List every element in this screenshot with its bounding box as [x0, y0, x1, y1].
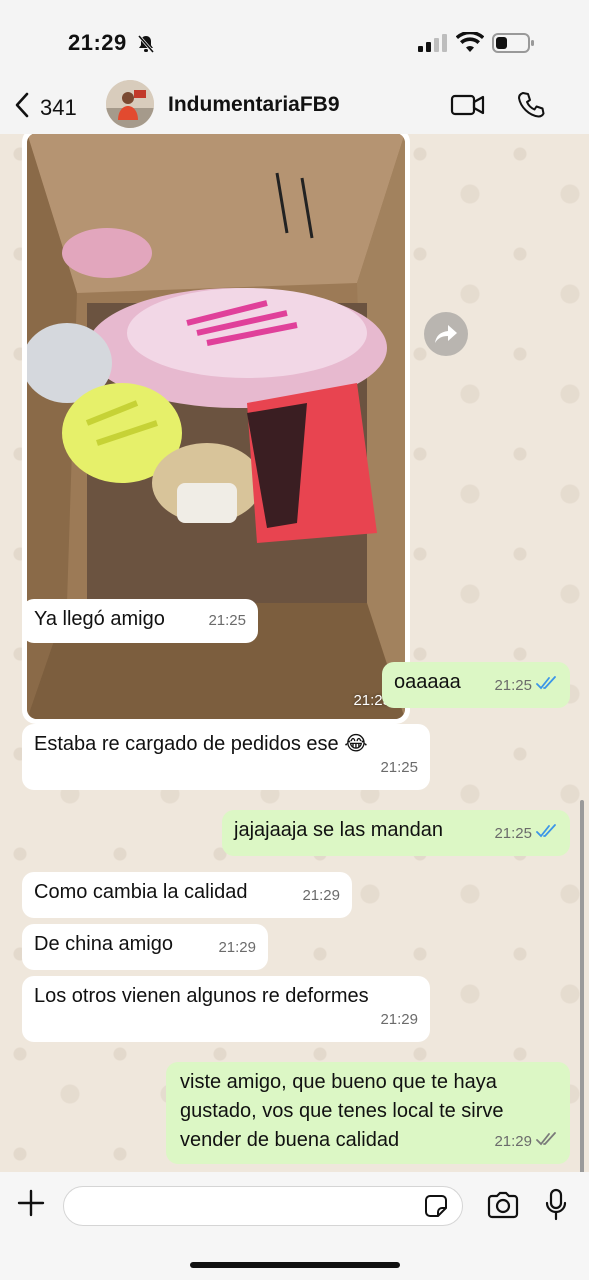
camera-icon [487, 1191, 519, 1219]
voice-call-button[interactable] [516, 90, 546, 125]
double-check-read-icon [536, 671, 558, 700]
message-text: Ya llegó amigo [34, 608, 165, 630]
status-time: 21:29 [68, 30, 127, 55]
forward-icon [435, 325, 457, 343]
incoming-message[interactable]: Ya llegó amigo 21:25 [22, 599, 258, 643]
message-time: 21:29 [380, 1011, 418, 1028]
message-time: 21:25 [494, 825, 532, 842]
incoming-message[interactable]: De china amigo 21:29 [22, 924, 268, 970]
status-bar: 21:29 [0, 0, 589, 82]
message-input[interactable] [63, 1186, 463, 1226]
signal-icon [418, 34, 448, 57]
incoming-message[interactable]: Como cambia la calidad 21:29 [22, 872, 352, 918]
message-time: 21:25 [208, 612, 246, 629]
wifi-icon [455, 30, 485, 59]
message-meta: 21:29 [494, 1127, 558, 1156]
message-text: oaaaaa [394, 671, 461, 693]
message-time: 21:29 [302, 887, 340, 904]
outgoing-message[interactable]: jajajaaja se las mandan 21:25 [222, 810, 570, 856]
contact-name[interactable]: IndumentariaFB9 [168, 93, 340, 117]
composer-bar [0, 1172, 589, 1280]
plus-icon [17, 1189, 45, 1217]
incoming-message[interactable]: Estaba re cargado de pedidos ese 😂 21:25 [22, 724, 430, 790]
camera-button[interactable] [486, 1190, 520, 1225]
message-text: Estaba re cargado de pedidos ese 😂 [34, 733, 368, 755]
outgoing-message[interactable]: oaaaaa 21:25 [382, 662, 570, 708]
chat-messages[interactable]: 21:25 Ya llegó amigo 21:25 oaaaaa 21:25 … [0, 134, 589, 1172]
message-text: Como cambia la calidad [34, 881, 248, 903]
message-time: 21:25 [494, 677, 532, 694]
microphone-icon [545, 1188, 567, 1221]
unread-count: 341 [40, 94, 77, 120]
message-text: jajajaaja se las mandan [234, 819, 444, 841]
avatar[interactable] [106, 80, 154, 128]
bell-slash-icon [136, 34, 156, 59]
home-indicator [190, 1262, 400, 1268]
microphone-button[interactable] [544, 1188, 568, 1227]
chat-header: 341 IndumentariaFB9 [0, 80, 589, 134]
chevron-left-icon [14, 92, 30, 123]
message-text: De china amigo [34, 933, 173, 955]
outgoing-message[interactable]: viste amigo, que bueno que te haya gusta… [166, 1062, 570, 1164]
scrollbar[interactable] [580, 800, 584, 1172]
battery-icon [492, 33, 536, 58]
incoming-message[interactable]: Los otros vienen algunos re deformes 21:… [22, 976, 430, 1042]
phone-icon [518, 92, 545, 118]
double-check-delivered-icon [536, 1127, 558, 1156]
message-text: Los otros vienen algunos re deformes [34, 985, 369, 1007]
sticker-button[interactable] [422, 1192, 450, 1225]
video-call-button[interactable] [450, 92, 486, 123]
message-time: 21:29 [218, 939, 256, 956]
double-check-read-icon [536, 819, 558, 848]
message-time: 21:29 [494, 1133, 532, 1150]
message-meta: 21:25 [494, 671, 558, 700]
message-time: 21:25 [380, 759, 418, 776]
video-camera-icon [450, 94, 485, 116]
back-button[interactable]: 341 [14, 92, 77, 123]
forward-button[interactable] [424, 312, 468, 356]
sticker-icon [425, 1195, 447, 1217]
message-meta: 21:25 [494, 819, 558, 848]
attach-button[interactable] [16, 1188, 46, 1223]
